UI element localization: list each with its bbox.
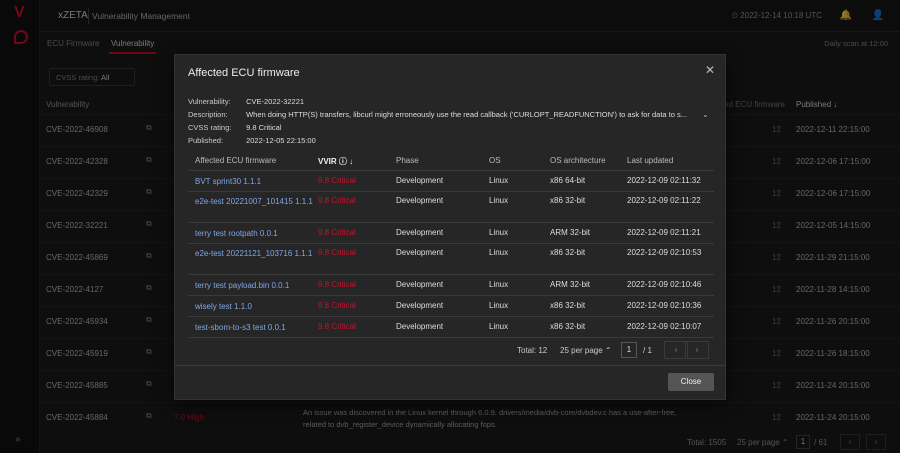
updated-cell: 2022-12-09 02:10:07	[627, 322, 702, 331]
firmware-link[interactable]: BVT sprint30 1.1.1	[195, 176, 315, 187]
firmware-link[interactable]: test-sbom-to-s3 test 0.0.1	[195, 322, 315, 333]
os-cell: Linux	[489, 228, 509, 237]
column-header-firmware[interactable]: Affected ECU firmware	[195, 156, 276, 165]
page-of: / 1	[643, 346, 652, 355]
vvir-badge: 9.8 Critical	[318, 301, 356, 310]
meta-description: Description: When doing HTTP(S) transfer…	[188, 110, 687, 119]
per-page-select[interactable]: 25 per page ⌃	[560, 346, 612, 355]
firmware-table: Affected ECU firmware VVIR ⓘ ↓ Phase OS …	[188, 151, 714, 338]
phase-cell: Development	[396, 301, 444, 310]
vvir-badge: 9.8 Critical	[318, 248, 356, 257]
firmware-link[interactable]: terry test rootpath 0.0.1	[195, 228, 315, 239]
affected-ecu-firmware-dialog: Affected ECU firmware ✕ Vulnerability: C…	[174, 54, 726, 400]
page-input[interactable]: 1	[621, 342, 637, 358]
column-header-phase[interactable]: Phase	[396, 156, 419, 165]
os-cell: Linux	[489, 248, 509, 257]
vvir-badge: 9.8 Critical	[318, 280, 356, 289]
meta-value: When doing HTTP(S) transfers, libcurl mi…	[246, 110, 688, 119]
table-row[interactable]: terry test payload.bin 0.0.1 9.8 Critica…	[188, 275, 714, 296]
updated-cell: 2022-12-09 02:10:46	[627, 280, 702, 289]
os-cell: Linux	[489, 280, 509, 289]
total-count: Total: 12	[517, 346, 548, 355]
meta-label: Vulnerability:	[188, 97, 231, 106]
firmware-link[interactable]: e2e-test 20221121_103716 1.1.1	[195, 248, 315, 259]
meta-label: Description:	[188, 110, 228, 119]
phase-cell: Development	[396, 196, 444, 205]
phase-cell: Development	[396, 280, 444, 289]
table-row[interactable]: e2e-test 20221121_103716 1.1.1 9.8 Criti…	[188, 244, 714, 275]
table-row[interactable]: wisely test 1.1.0 9.8 Critical Developme…	[188, 296, 714, 317]
firmware-link[interactable]: e2e-test 20221007_101415 1.1.1	[195, 196, 315, 207]
meta-value: 9.8 Critical	[246, 123, 282, 132]
updated-cell: 2022-12-09 02:10:36	[627, 301, 702, 310]
phase-cell: Development	[396, 228, 444, 237]
firmware-link[interactable]: wisely test 1.1.0	[195, 301, 315, 312]
arch-cell: x86 64-bit	[550, 176, 586, 185]
meta-label: CVSS rating:	[188, 123, 232, 132]
column-header-os[interactable]: OS	[489, 156, 501, 165]
arch-cell: x86 32-bit	[550, 301, 586, 310]
firmware-link[interactable]: terry test payload.bin 0.0.1	[195, 280, 315, 291]
phase-cell: Development	[396, 322, 444, 331]
updated-cell: 2022-12-09 02:11:22	[627, 196, 701, 205]
os-cell: Linux	[489, 176, 509, 185]
dialog-divider	[175, 365, 725, 366]
updated-cell: 2022-12-09 02:10:53	[627, 248, 702, 257]
vvir-badge: 9.8 Critical	[318, 196, 356, 205]
table-row[interactable]: test-sbom-to-s3 test 0.0.1 9.8 Critical …	[188, 317, 714, 338]
firmware-table-header: Affected ECU firmware VVIR ⓘ ↓ Phase OS …	[188, 151, 714, 171]
dialog-pagination: Total: 12 25 per page ⌃ 1 / 1 ‹ ›	[175, 341, 727, 361]
meta-value: 2022-12-05 22:15:00	[246, 136, 316, 145]
vvir-badge: 9.8 Critical	[318, 322, 356, 331]
column-header-last-updated[interactable]: Last updated	[627, 156, 673, 165]
arch-cell: ARM 32-bit	[550, 228, 591, 237]
meta-cvss: CVSS rating: 9.8 Critical	[188, 123, 282, 132]
next-page-button[interactable]: ›	[685, 341, 709, 359]
table-row[interactable]: terry test rootpath 0.0.1 9.8 Critical D…	[188, 223, 714, 244]
updated-cell: 2022-12-09 02:11:21	[627, 228, 701, 237]
meta-vulnerability: Vulnerability: CVE-2022-32221	[188, 97, 304, 106]
expand-description-chevron-icon[interactable]: ⌄	[702, 110, 709, 119]
meta-label: Published:	[188, 136, 224, 145]
dialog-title: Affected ECU firmware	[188, 67, 300, 79]
phase-cell: Development	[396, 176, 444, 185]
arch-cell: x86 32-bit	[550, 248, 586, 257]
table-row[interactable]: e2e-test 20221007_101415 1.1.1 9.8 Criti…	[188, 192, 714, 223]
arch-cell: ARM 32-bit	[550, 280, 591, 289]
table-row[interactable]: BVT sprint30 1.1.1 9.8 Critical Developm…	[188, 171, 714, 192]
os-cell: Linux	[489, 322, 509, 331]
meta-value: CVE-2022-32221	[246, 97, 305, 106]
phase-cell: Development	[396, 248, 444, 257]
vvir-badge: 9.8 Critical	[318, 176, 356, 185]
arch-cell: x86 32-bit	[550, 196, 586, 205]
close-icon[interactable]: ✕	[705, 63, 715, 77]
vvir-badge: 9.8 Critical	[318, 228, 356, 237]
arch-cell: x86 32-bit	[550, 322, 586, 331]
updated-cell: 2022-12-09 02:11:32	[627, 176, 701, 185]
column-header-vvir[interactable]: VVIR ⓘ ↓	[318, 156, 353, 167]
meta-published: Published: 2022-12-05 22:15:00	[188, 136, 316, 145]
close-button[interactable]: Close	[668, 373, 714, 391]
column-header-os-architecture[interactable]: OS architecture	[550, 156, 606, 165]
os-cell: Linux	[489, 196, 509, 205]
os-cell: Linux	[489, 301, 509, 310]
